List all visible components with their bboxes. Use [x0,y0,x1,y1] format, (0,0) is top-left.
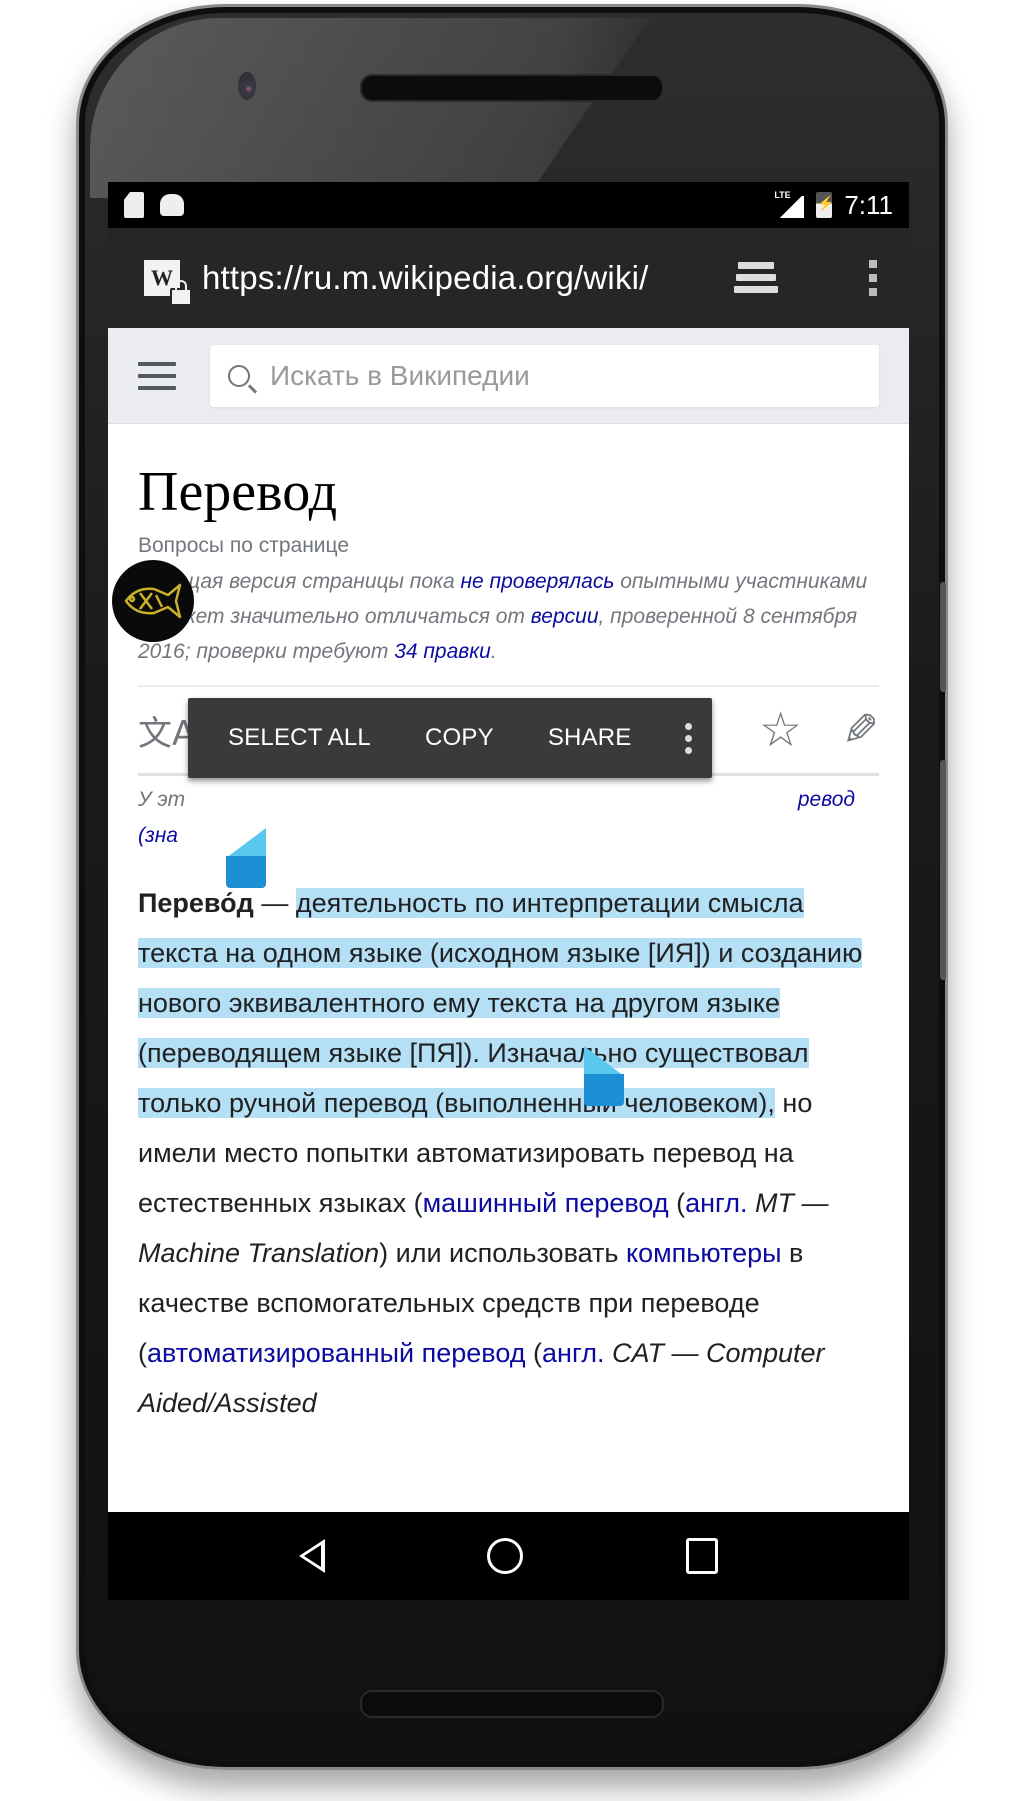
article-lead-paragraph: Перево́д — деятельность по интерпретации… [138,888,863,1418]
top-speaker [360,74,664,102]
select-all-button[interactable]: SELECT ALL [188,724,398,752]
edit-pencil-icon[interactable]: ✎ [842,705,879,756]
computers-link[interactable]: компьютеры [626,1238,782,1268]
english-abbr-link[interactable]: англ. [685,1188,747,1218]
screen: LTE 7:11 W https://ru.m.wikipedia.org/wi… [108,182,909,1600]
not-reviewed-link[interactable]: не проверялась [460,570,614,593]
recents-icon[interactable] [685,1538,718,1574]
text-selection-menu: SELECT ALL COPY SHARE [188,698,712,778]
share-button[interactable]: SHARE [521,724,659,752]
clock: 7:11 [844,189,893,220]
more-options-icon[interactable] [684,722,692,754]
url-field[interactable]: https://ru.m.wikipedia.org/wiki/ [202,259,692,297]
lte-signal-icon: LTE [774,190,805,218]
edits-link[interactable]: 34 правки [394,640,491,663]
hatnote-link-2[interactable]: (зна [138,824,178,847]
selection-start-handle[interactable] [226,828,266,888]
battery-charging-icon [816,192,835,218]
cat-link[interactable]: автоматизированный перевод [147,1338,526,1368]
tabs-icon[interactable] [734,262,778,294]
english-abbr-link-2[interactable]: англ. [542,1338,604,1368]
sd-card-icon [124,192,144,218]
bottom-speaker [360,1690,664,1718]
page-issues-link[interactable]: Вопросы по странице [138,534,879,558]
copy-button[interactable]: COPY [398,724,521,752]
search-placeholder: Искать в Википедии [270,359,530,391]
volume-button [940,760,946,980]
lead-term: Перево́д [138,888,254,918]
page-title: Перевод [138,461,338,523]
lock-icon [170,280,192,306]
search-icon [228,364,250,387]
overflow-menu-icon[interactable] [869,260,877,296]
version-link[interactable]: версии [531,605,599,628]
selection-end-handle[interactable] [584,1046,624,1106]
android-debug-icon [160,194,184,216]
article-content: Перевод Вопросы по странице Текущая верс… [108,460,909,1428]
site-lock-icon[interactable]: W [144,260,192,306]
hatnote-link[interactable]: ревод [798,782,855,818]
machine-translation-link[interactable]: машинный перевод [423,1188,669,1218]
language-icon[interactable]: 文A [138,706,195,755]
home-icon[interactable] [487,1538,524,1574]
fish-icon [124,583,182,619]
navigation-bar [108,1512,909,1600]
power-button [940,582,946,692]
review-notice: Текущая версия страницы пока не проверял… [138,570,868,663]
wiki-header: Искать в Википедии [108,328,909,424]
watch-star-icon[interactable]: ☆ [759,702,802,758]
selected-text[interactable]: деятельность по интерпретации смысла тек… [138,888,863,1118]
search-input[interactable]: Искать в Википедии [210,344,879,407]
browser-toolbar: W https://ru.m.wikipedia.org/wiki/ [108,228,909,328]
status-bar: LTE 7:11 [108,182,909,228]
floating-translator-bubble[interactable] [112,560,194,642]
menu-icon[interactable] [138,361,176,390]
front-camera [238,72,256,100]
back-icon[interactable] [299,1539,326,1573]
